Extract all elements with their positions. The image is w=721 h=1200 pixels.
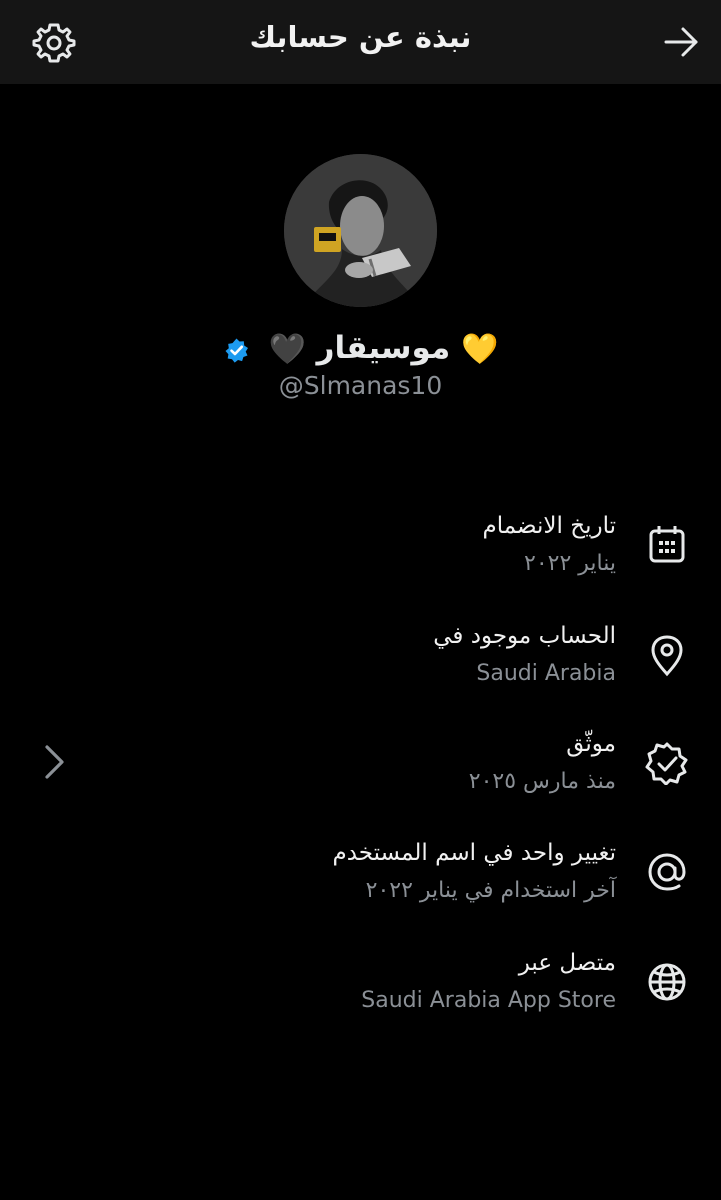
join-date-label: تاريخ الانضمام: [482, 513, 616, 539]
location-pin-icon: [645, 633, 689, 677]
connected-via-row: متصل عبر Saudi Arabia App Store: [0, 950, 721, 1045]
connected-via-label: متصل عبر: [518, 950, 616, 976]
location-value: Saudi Arabia: [476, 661, 616, 686]
connected-via-value: Saudi Arabia App Store: [361, 988, 616, 1013]
verified-row[interactable]: موثّق منذ مارس ٢٠٢٥: [0, 731, 721, 826]
arrow-right-icon[interactable]: [660, 20, 704, 64]
globe-icon: [645, 960, 689, 1004]
page-title: نبذة عن حسابك: [249, 20, 472, 54]
location-label: الحساب موجود في: [433, 623, 616, 649]
join-date-value: يناير ٢٠٢٢: [524, 551, 616, 576]
chevron-left-icon[interactable]: [40, 743, 70, 781]
username-change-label: تغيير واحد في اسم المستخدم: [332, 840, 616, 866]
username-handle: @Slmanas10: [278, 371, 443, 400]
display-name: موسيقار: [316, 330, 451, 366]
verified-label: موثّق: [566, 731, 616, 757]
join-date-row: تاريخ الانضمام يناير ٢٠٢٢: [0, 513, 721, 608]
username-change-row: تغيير واحد في اسم المستخدم آخر استخدام ف…: [0, 840, 721, 935]
avatar[interactable]: [284, 154, 437, 307]
black-heart-emoji: 🖤: [268, 332, 306, 367]
username-change-value: آخر استخدام في يناير ٢٠٢٢: [365, 878, 616, 903]
verified-badge-icon: [223, 336, 250, 363]
display-name-row: 💛 موسيقار 🖤: [0, 330, 721, 367]
verified-value: منذ مارس ٢٠٢٥: [468, 769, 616, 794]
verified-badge-icon: [645, 741, 689, 786]
at-sign-icon: [645, 850, 689, 894]
calendar-icon: [645, 523, 689, 567]
top-bar: نبذة عن حسابك: [0, 0, 721, 84]
location-row: الحساب موجود في Saudi Arabia: [0, 623, 721, 718]
yellow-heart-emoji: 💛: [460, 332, 499, 367]
